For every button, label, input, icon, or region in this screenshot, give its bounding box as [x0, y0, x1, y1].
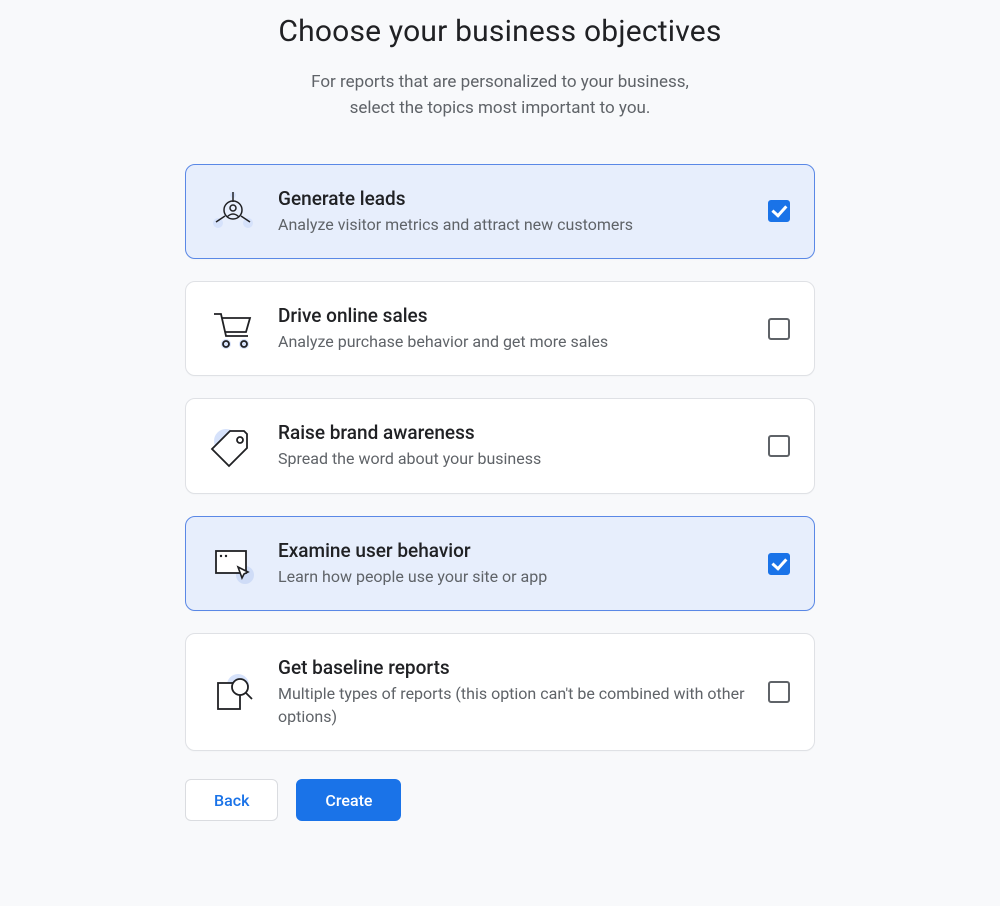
objective-description: Multiple types of reports (this option c…: [278, 683, 746, 728]
target-person-icon: [210, 188, 256, 234]
objective-checkbox[interactable]: [768, 553, 790, 575]
objective-description: Analyze purchase behavior and get more s…: [278, 331, 746, 353]
page-subtitle: For reports that are personalized to you…: [311, 69, 689, 122]
objective-title: Get baseline reports: [278, 656, 746, 679]
objective-text: Raise brand awareness Spread the word ab…: [278, 421, 746, 470]
create-button[interactable]: Create: [296, 779, 401, 821]
objective-title: Raise brand awareness: [278, 421, 746, 444]
cursor-window-icon: [210, 541, 256, 587]
objective-card-examine-user-behavior[interactable]: Examine user behavior Learn how people u…: [185, 516, 815, 611]
shopping-cart-icon: [210, 306, 256, 352]
objective-title: Drive online sales: [278, 304, 746, 327]
objective-text: Drive online sales Analyze purchase beha…: [278, 304, 746, 353]
objective-list: Generate leads Analyze visitor metrics a…: [185, 164, 815, 751]
objective-card-raise-brand-awareness[interactable]: Raise brand awareness Spread the word ab…: [185, 398, 815, 493]
objective-card-drive-online-sales[interactable]: Drive online sales Analyze purchase beha…: [185, 281, 815, 376]
subtitle-line-2: select the topics most important to you.: [350, 98, 651, 118]
back-button[interactable]: Back: [185, 779, 278, 821]
objective-checkbox[interactable]: [768, 435, 790, 457]
objective-card-generate-leads[interactable]: Generate leads Analyze visitor metrics a…: [185, 164, 815, 259]
objective-title: Examine user behavior: [278, 539, 746, 562]
footer-actions: Back Create: [185, 779, 815, 821]
price-tag-icon: [210, 423, 256, 469]
objective-description: Learn how people use your site or app: [278, 566, 746, 588]
objective-text: Get baseline reports Multiple types of r…: [278, 656, 746, 728]
objective-checkbox[interactable]: [768, 318, 790, 340]
objective-text: Generate leads Analyze visitor metrics a…: [278, 187, 746, 236]
objective-checkbox[interactable]: [768, 200, 790, 222]
objective-description: Spread the word about your business: [278, 448, 746, 470]
page-title: Choose your business objectives: [278, 14, 721, 49]
objective-card-get-baseline-reports[interactable]: Get baseline reports Multiple types of r…: [185, 633, 815, 751]
objective-description: Analyze visitor metrics and attract new …: [278, 214, 746, 236]
report-magnifier-icon: [210, 669, 256, 715]
objective-text: Examine user behavior Learn how people u…: [278, 539, 746, 588]
objective-checkbox[interactable]: [768, 681, 790, 703]
objective-title: Generate leads: [278, 187, 746, 210]
subtitle-line-1: For reports that are personalized to you…: [311, 72, 689, 92]
